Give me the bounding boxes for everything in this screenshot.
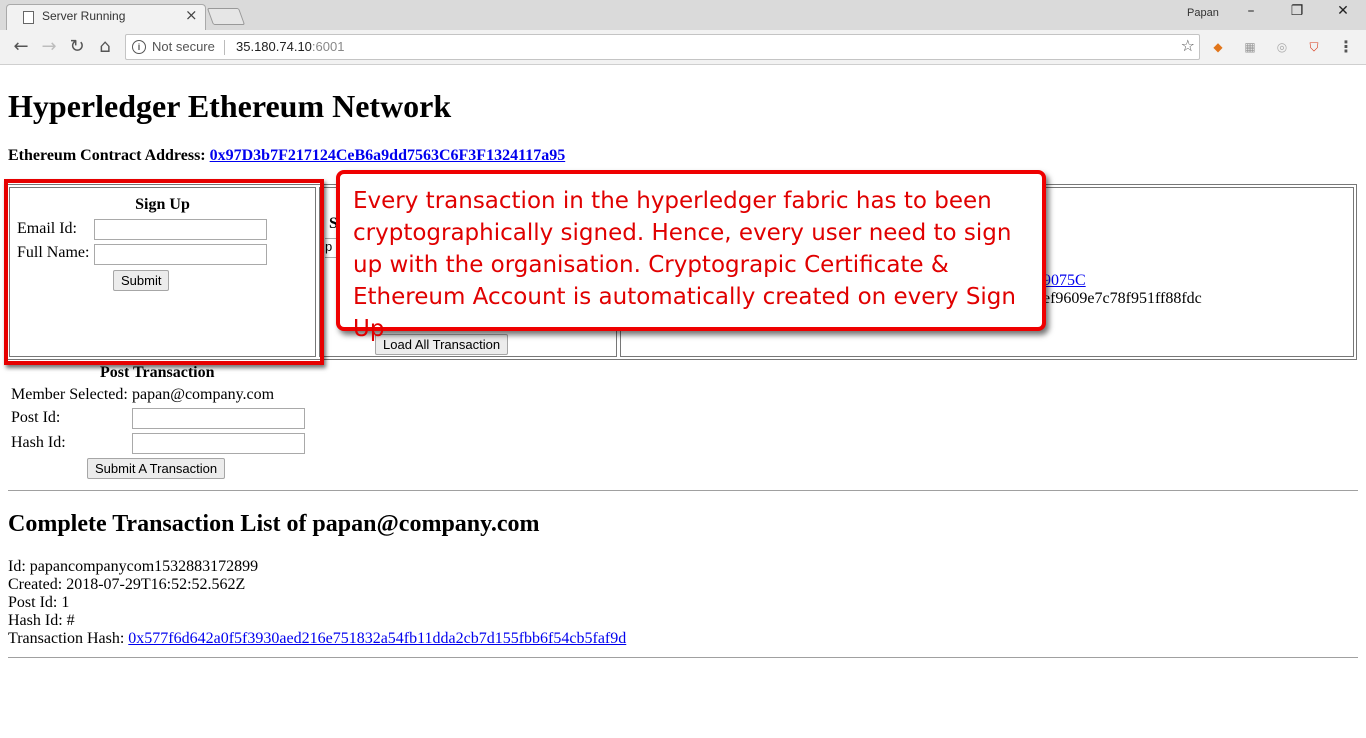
account-hash-fragment: ef9609e7c78f951ff88fdc — [1043, 290, 1202, 307]
contract-address-link[interactable]: 0x97D3b7F217124CeB6a9dd7563C6F3F1324117a… — [210, 147, 566, 164]
contract-address-line: Ethereum Contract Address: 0x97D3b7F2171… — [8, 147, 565, 165]
hash-id-label: Hash Id: — [11, 434, 66, 451]
signup-highlight-box — [4, 179, 324, 365]
security-label[interactable]: Not secure — [152, 39, 215, 54]
browser-toolbar: ← → ↻ ⌂ i Not secure 35.180.74.10:6001 ☆… — [0, 30, 1366, 65]
address-bar[interactable]: i Not secure 35.180.74.10:6001 ☆ — [125, 34, 1200, 60]
forward-icon[interactable]: → — [38, 36, 60, 57]
page-content: Hyperledger Ethereum Network Ethereum Co… — [0, 66, 1366, 738]
menu-icon[interactable]: ⋮ — [1338, 37, 1354, 56]
url-port: :6001 — [311, 39, 345, 54]
tx-hash-label: Transaction Hash: — [8, 630, 129, 647]
tab-title: Server Running — [42, 9, 126, 23]
star-icon[interactable]: ☆ — [1181, 36, 1195, 55]
browser-tab[interactable]: Server Running × — [6, 4, 206, 30]
reload-icon[interactable]: ↻ — [66, 36, 88, 57]
tx-hash-row: Transaction Hash: 0x577f6d642a0f5f3930ae… — [8, 630, 626, 648]
member-selected-label: Member Selected: — [11, 386, 128, 403]
tx-hash-link[interactable]: 0x577f6d642a0f5f3930aed216e751832a54fb11… — [128, 630, 626, 647]
minimize-icon[interactable]: – — [1241, 3, 1261, 19]
info-icon[interactable]: i — [132, 40, 146, 54]
member-selected-value: papan@company.com — [132, 386, 275, 403]
submit-transaction-button[interactable]: Submit A Transaction — [87, 458, 226, 479]
extension-icon-2[interactable]: ◎ — [1274, 39, 1290, 55]
tx-id: Id: papancompanycom1532883172899 — [8, 558, 259, 575]
divider — [8, 490, 1358, 491]
restore-icon[interactable]: ❐ — [1287, 3, 1307, 19]
url-host: 35.180.74.10 — [236, 39, 312, 54]
extension-icon[interactable]: ▦ — [1242, 39, 1258, 55]
divider — [8, 657, 1358, 658]
divider — [224, 40, 225, 55]
post-id-label: Post Id: — [11, 409, 61, 426]
tx-hash-id: Hash Id: # — [8, 612, 75, 629]
transaction-list-title: Complete Transaction List of papan@compa… — [8, 511, 540, 537]
back-icon[interactable]: ← — [10, 36, 32, 57]
page-icon — [23, 11, 34, 24]
post-id-field[interactable] — [132, 408, 305, 429]
hash-id-field[interactable] — [132, 433, 305, 454]
window-close-icon[interactable]: ✕ — [1333, 3, 1353, 19]
tx-created: Created: 2018-07-29T16:52:52.562Z — [8, 576, 246, 593]
shield-extension-icon[interactable]: ⛉ — [1306, 39, 1322, 55]
new-tab-button[interactable] — [206, 8, 246, 25]
load-all-transactions-button[interactable]: Load All Transaction — [375, 334, 509, 355]
url-text[interactable]: 35.180.74.10:6001 — [236, 39, 344, 54]
tab-close-icon[interactable]: × — [185, 6, 198, 24]
metamask-extension-icon[interactable]: ◆ — [1210, 39, 1226, 55]
account-address-link[interactable]: 9075C — [1043, 272, 1086, 289]
profile-name[interactable]: Papan — [1187, 7, 1219, 19]
contract-label: Ethereum Contract Address: — [8, 147, 206, 164]
home-icon[interactable]: ⌂ — [94, 36, 116, 57]
tab-strip: Server Running × Papan – ❐ ✕ — [0, 0, 1366, 30]
tx-post-id: Post Id: 1 — [8, 594, 70, 611]
post-transaction-title: Post Transaction — [100, 364, 215, 381]
account-address-fragment[interactable]: 9075C — [1043, 272, 1086, 290]
page-title: Hyperledger Ethereum Network — [8, 88, 452, 124]
annotation-callout: Every transaction in the hyperledger fab… — [336, 170, 1046, 342]
